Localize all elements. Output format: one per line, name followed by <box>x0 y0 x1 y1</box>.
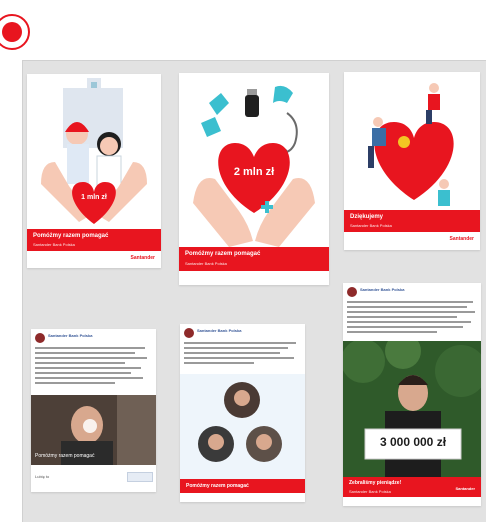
post-card-4[interactable]: Santander Bank Polska Pomóżmy razem poma… <box>31 329 156 492</box>
post-text-line <box>184 347 288 349</box>
brand-logo: Santander <box>298 275 323 281</box>
band-title: Pomóżmy razem pomagać <box>186 483 249 489</box>
band-subtitle: Santander Bank Polska <box>33 242 75 247</box>
post-card-6[interactable]: Santander Bank Polska 3 000 000 zł Zebra… <box>343 283 481 506</box>
play-icon[interactable] <box>83 419 97 433</box>
post-author: Santander Bank Polska <box>360 287 405 292</box>
post-card-1[interactable]: 1 mln zł Pomóżmy razem pomagać Santander… <box>27 74 161 268</box>
post-author: Santander Bank Polska <box>48 333 93 338</box>
avatar <box>35 333 45 343</box>
post-text-line <box>184 352 280 354</box>
video-caption: Pomóżmy razem pomagać <box>35 453 95 459</box>
brand-logo: Santander <box>449 236 474 242</box>
band-title: Zebraliśmy pieniądze! <box>349 480 402 486</box>
post-text-line <box>35 352 135 354</box>
share-button[interactable] <box>127 472 153 482</box>
card-band: Pomóżmy razem pomagać <box>180 479 305 493</box>
brand-logo: Santander <box>130 255 155 261</box>
band-subtitle: Santander Bank Polska <box>349 489 391 494</box>
avatar <box>347 287 357 297</box>
avatar <box>184 328 194 338</box>
post-text-line <box>35 382 115 384</box>
card-band: Pomóżmy razem pomagać Santander Bank Pol… <box>27 229 161 251</box>
man-photo <box>343 341 481 477</box>
post-text-line <box>184 357 294 359</box>
post-text-line <box>347 331 437 333</box>
post-text-line <box>347 326 463 328</box>
post-text-line <box>347 321 471 323</box>
like-label[interactable]: Lubię to <box>35 474 49 479</box>
record-button[interactable] <box>0 14 30 50</box>
post-card-5[interactable]: Santander Bank Polska Pomóżmy razem poma… <box>180 324 305 502</box>
people-heart-illustration <box>344 72 480 212</box>
post-text-line <box>347 301 473 303</box>
portraits-illustration <box>180 374 305 484</box>
post-text-line <box>35 347 145 349</box>
post-text-line <box>347 316 457 318</box>
post-text-line <box>184 362 254 364</box>
brand-logo: Santander <box>455 486 475 491</box>
post-text-line <box>35 357 147 359</box>
doctors-illustration <box>27 74 161 234</box>
band-title: Pomóżmy razem pomagać <box>33 233 109 239</box>
band-title: Pomóżmy razem pomagać <box>185 251 261 257</box>
post-text-line <box>184 342 296 344</box>
post-text-line <box>35 367 141 369</box>
post-author: Santander Bank Polska <box>197 328 242 333</box>
heart-amount: 2 mln zł <box>233 166 275 178</box>
record-dot-icon <box>2 22 22 42</box>
post-text-line <box>35 377 143 379</box>
post-text-line <box>347 306 467 308</box>
medical-heart-illustration <box>179 73 329 248</box>
heart-amount: 1 mln zł <box>81 194 107 201</box>
band-subtitle: Santander Bank Polska <box>185 261 227 266</box>
band-subtitle: Santander Bank Polska <box>350 223 392 228</box>
post-text-line <box>347 311 475 313</box>
post-text-line <box>35 372 131 374</box>
post-card-3[interactable]: Dziękujemy Santander Bank Polska Santand… <box>344 72 480 250</box>
card-band: Pomóżmy razem pomagać Santander Bank Pol… <box>179 247 329 271</box>
card-band: Dziękujemy Santander Bank Polska <box>344 210 480 232</box>
post-card-2[interactable]: 2 mln zł Pomóżmy razem pomagać Santander… <box>179 73 329 285</box>
gallery-panel: 1 mln zł Pomóżmy razem pomagać Santander… <box>22 60 486 522</box>
post-text-line <box>35 362 125 364</box>
band-title: Dziękujemy <box>350 214 384 220</box>
video-thumbnail[interactable]: Pomóżmy razem pomagać <box>31 395 156 465</box>
sign-text: 3 000 000 zł <box>379 435 447 449</box>
